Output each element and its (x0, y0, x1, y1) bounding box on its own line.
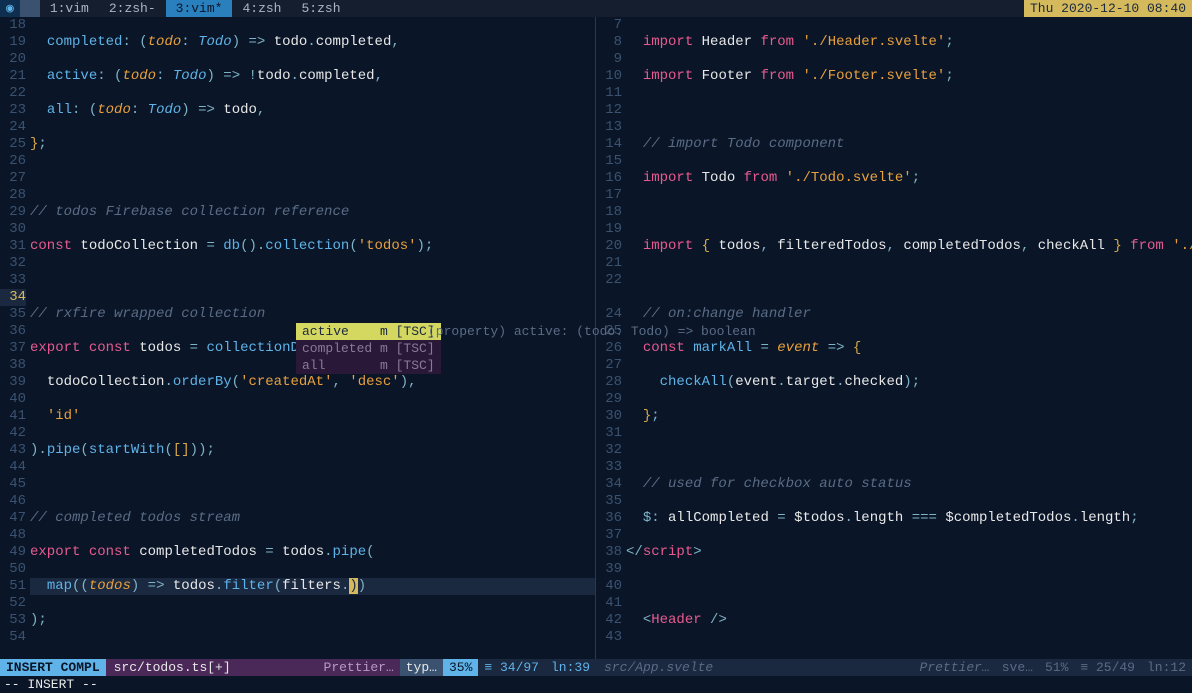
tab-2[interactable]: 2:zsh- (99, 0, 166, 17)
filetype: typ… (400, 659, 443, 676)
line-count: ≡ 34/97 (478, 659, 545, 676)
completion-item[interactable]: all m [TSC] (296, 357, 441, 374)
file-name: src/App.svelte (596, 659, 914, 676)
session-indicator: ◉ (0, 0, 20, 17)
mode-indicator: INSERT COMPL (0, 659, 106, 676)
filetype: sve… (996, 659, 1039, 676)
completion-popup[interactable]: active m [TSC] completed m [TSC] all m [… (296, 323, 441, 374)
statusline-right: src/App.svelte Prettier… sve… 51% ≡ 25/4… (596, 659, 1192, 676)
tab-4[interactable]: 4:zsh (232, 0, 291, 17)
left-pane[interactable]: 18 19 20 21 22 23 24 25 26 27 28 29 30 3… (0, 17, 596, 659)
file-name: src/todos.ts[+] (106, 659, 318, 676)
tab-3[interactable]: 3:vim* (166, 0, 233, 17)
tab-5[interactable]: 5:zsh (291, 0, 350, 17)
scroll-percent: 35% (443, 659, 478, 676)
line-number: ln:12 (1141, 659, 1192, 676)
line-count: ≡ 25/49 (1074, 659, 1141, 676)
tmux-topbar: ◉ 1:vim 2:zsh- 3:vim* 4:zsh 5:zsh Thu 20… (0, 0, 1192, 17)
formatter: Prettier… (318, 659, 400, 676)
clock: Thu 2020-12-10 08:40 (1024, 0, 1192, 17)
scroll-percent: 51% (1039, 659, 1074, 676)
editor-area: 18 19 20 21 22 23 24 25 26 27 28 29 30 3… (0, 17, 1192, 659)
left-gutter: 18 19 20 21 22 23 24 25 26 27 28 29 30 3… (0, 17, 30, 659)
statusline-left: INSERT COMPL src/todos.ts[+] Prettier… t… (0, 659, 596, 676)
formatter: Prettier… (914, 659, 996, 676)
statusbar: INSERT COMPL src/todos.ts[+] Prettier… t… (0, 659, 1192, 676)
tab-1[interactable]: 1:vim (40, 0, 99, 17)
line-number: ln:39 (545, 659, 596, 676)
completion-item[interactable]: completed m [TSC] (296, 340, 441, 357)
completion-hint: (property) active: (todo: Todo) => boole… (428, 323, 756, 340)
completion-item[interactable]: active m [TSC] (296, 323, 441, 340)
command-line[interactable]: -- INSERT -- (0, 676, 1192, 693)
topbar-spacer (20, 0, 40, 17)
